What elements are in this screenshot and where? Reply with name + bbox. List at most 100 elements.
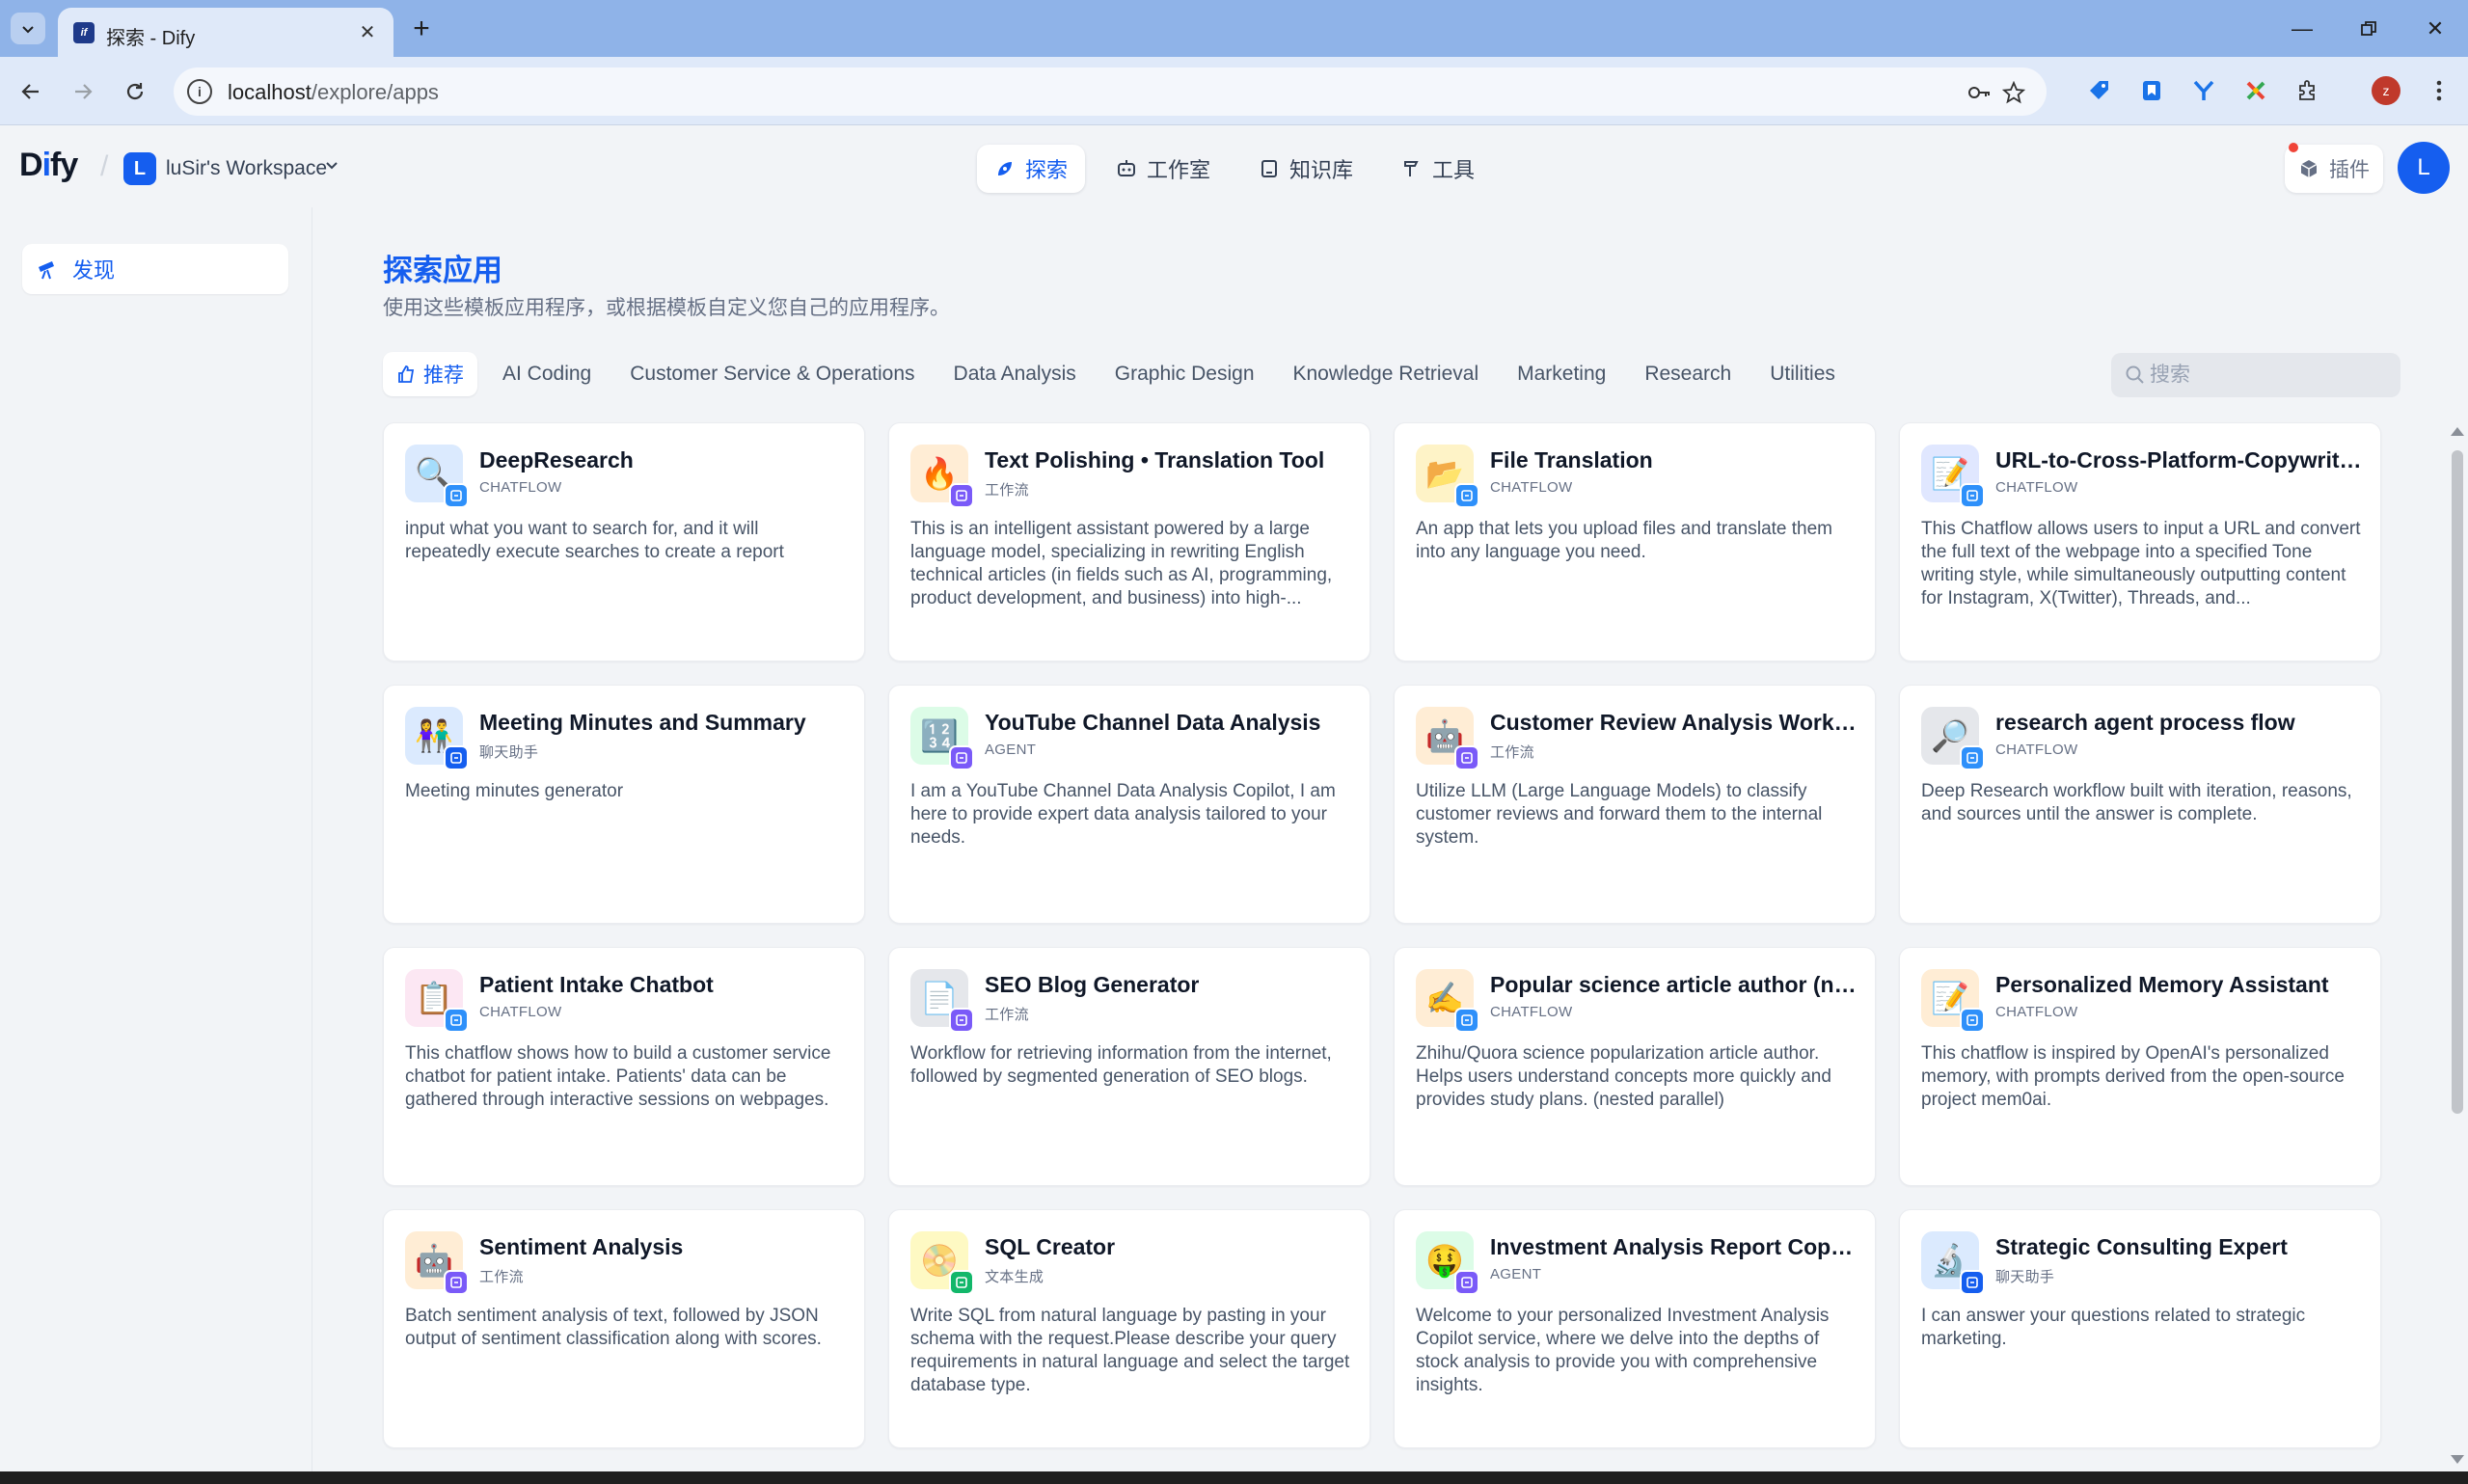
- app-type-badge-icon: [949, 483, 974, 508]
- back-button[interactable]: [14, 74, 48, 109]
- page-scrollbar[interactable]: [2447, 421, 2468, 1471]
- app-type: 工作流: [479, 1269, 524, 1285]
- address-bar[interactable]: i localhost/explore/apps: [174, 67, 2047, 116]
- new-tab-button[interactable]: +: [406, 13, 437, 44]
- tab-search-button[interactable]: [11, 13, 45, 44]
- app-card[interactable]: 🤑 Investment Analysis Report Copilot AGENT…: [1394, 1209, 1876, 1448]
- app-card[interactable]: 📂 File Translation CHATFLOW An app that let…: [1394, 422, 1876, 661]
- close-window-button[interactable]: ✕: [2416, 13, 2454, 44]
- scroll-down-arrow-icon[interactable]: [2451, 1455, 2464, 1464]
- app-type-badge-icon: [444, 745, 469, 770]
- search-input[interactable]: [2150, 353, 2391, 397]
- app-title: YouTube Channel Data Analysis: [985, 710, 1321, 735]
- app-card[interactable]: ✍️Popular science article author (nested…: [1394, 947, 1876, 1186]
- app-type: CHATFLOW: [1490, 1004, 1573, 1020]
- book-icon: [1261, 160, 1278, 177]
- forward-button[interactable]: [66, 74, 100, 109]
- user-avatar[interactable]: L: [2398, 142, 2450, 194]
- app-description: This chatflow is inspired by OpenAI's pe…: [1921, 1043, 2345, 1110]
- telescope-icon: [39, 261, 54, 280]
- category-tab-label: Customer Service & Operations: [630, 363, 915, 385]
- app-card[interactable]: 🔍 DeepResearch CHATFLOW input what you want…: [383, 422, 865, 661]
- app-card[interactable]: 🔎 research agent process flow CHATFLOW Deep…: [1899, 685, 2381, 924]
- app-type-badge-icon: [1960, 483, 1985, 508]
- tab-title: 探索 - Dify: [106, 28, 196, 49]
- app-type-badge-icon: [1960, 745, 1985, 770]
- app-title: DeepResearch: [479, 447, 634, 472]
- tab-close-icon[interactable]: ✕: [355, 19, 380, 44]
- sidebar-item-discover[interactable]: 发现: [22, 244, 288, 294]
- scroll-thumb[interactable]: [2452, 450, 2463, 1114]
- thumbs-up-icon: [398, 365, 415, 383]
- extensions-puzzle-icon[interactable]: [2292, 74, 2324, 107]
- app-description: This Chatflow allows users to input a UR…: [1921, 519, 2361, 608]
- app-card[interactable]: 📋 Patient Intake Chatbot CHATFLOW This chat…: [383, 947, 865, 1186]
- browser-profile-avatar[interactable]: z: [2372, 76, 2400, 105]
- app-card[interactable]: 🔥 Text Polishing • Translation Tool 工作流 Thi…: [888, 422, 1370, 661]
- bookmark-star-icon[interactable]: [2000, 79, 2027, 106]
- app-title: SEO Blog Generator: [985, 972, 1200, 997]
- password-key-icon[interactable]: [1966, 79, 1993, 106]
- category-tab[interactable]: 推荐: [383, 352, 477, 396]
- category-tab[interactable]: Marketing: [1504, 352, 1619, 396]
- minimize-button[interactable]: —: [2283, 13, 2321, 44]
- workspace-avatar[interactable]: L: [123, 152, 156, 185]
- category-tab-label: Data Analysis: [953, 363, 1076, 385]
- app-description: Meeting minutes generator: [405, 781, 624, 801]
- app-title: Text Polishing • Translation Tool: [985, 447, 1325, 472]
- nav-studio-label: 工作室: [1147, 158, 1211, 182]
- app-card[interactable]: 📝 Personalized Memory Assistant CHATFLOW Th…: [1899, 947, 2381, 1186]
- category-tabs: 推荐 AI Coding Customer Service & Operations…: [383, 352, 1849, 396]
- app-header: Dify / L luSir's Workspace 探索 工作室 知识库 工具…: [0, 125, 2468, 207]
- extension-color-icon[interactable]: [2239, 74, 2272, 107]
- category-tab[interactable]: Utilities: [1756, 352, 1849, 396]
- app-card[interactable]: 👫 Meeting Minutes and Summary 聊天助手 Meeting …: [383, 685, 865, 924]
- top-navigation: 探索 工作室 知识库 工具: [977, 145, 1492, 193]
- category-tab[interactable]: AI Coding: [489, 352, 605, 396]
- category-tab[interactable]: Knowledge Retrieval: [1280, 352, 1493, 396]
- app-type: AGENT: [985, 742, 1037, 758]
- app-card[interactable]: 🔢 YouTube Channel Data Analysis AGENT I am …: [888, 685, 1370, 924]
- browser-tab-active[interactable]: if 探索 - Dify ✕: [58, 8, 393, 57]
- category-tab[interactable]: Graphic Design: [1101, 352, 1268, 396]
- search-box[interactable]: [2111, 353, 2400, 397]
- nav-tools[interactable]: 工具: [1384, 145, 1492, 193]
- app-description: This chatflow shows how to build a custo…: [405, 1043, 831, 1110]
- app-title: Customer Review Analysis Workflow: [1490, 710, 1857, 735]
- app-type-badge-icon: [949, 1270, 974, 1295]
- extension-bookmark-icon[interactable]: [2135, 74, 2168, 107]
- category-tab-label: Research: [1644, 363, 1732, 385]
- url-path: /explore/apps: [311, 80, 439, 104]
- app-card[interactable]: 📄 SEO Blog Generator 工作流 Workflow for retri…: [888, 947, 1370, 1186]
- app-type-badge-icon: [1454, 1008, 1479, 1033]
- category-tab-label: 推荐: [423, 364, 464, 387]
- app-description: Utilize LLM (Large Language Models) to c…: [1416, 781, 1823, 848]
- app-card[interactable]: 📝 URL-to-Cross-Platform-Copywriting CHATFL…: [1899, 422, 2381, 661]
- app-card[interactable]: 🔬 Strategic Consulting Expert 聊天助手 I can an…: [1899, 1209, 2381, 1448]
- reload-button[interactable]: [118, 74, 152, 109]
- dify-logo[interactable]: Dify: [19, 147, 78, 184]
- browser-menu-icon[interactable]: [2423, 74, 2455, 107]
- page-title: 探索应用: [383, 254, 502, 287]
- category-tab[interactable]: Customer Service & Operations: [616, 352, 928, 396]
- nav-studio[interactable]: 工作室: [1098, 145, 1228, 193]
- plugins-button[interactable]: 插件: [2285, 145, 2383, 193]
- category-tab[interactable]: Data Analysis: [940, 352, 1090, 396]
- address-bar-url: localhost/explore/apps: [228, 80, 439, 105]
- site-info-icon[interactable]: i: [187, 79, 212, 104]
- app-card[interactable]: 📀 SQL Creator 文本生成 Write SQL from natural l…: [888, 1209, 1370, 1448]
- nav-explore[interactable]: 探索: [977, 145, 1086, 193]
- category-tab[interactable]: Research: [1631, 352, 1745, 396]
- nav-knowledge[interactable]: 知识库: [1241, 145, 1370, 193]
- extension-tag-icon[interactable]: [2083, 74, 2116, 107]
- app-title: URL-to-Cross-Platform-Copywriting: [1995, 447, 2362, 472]
- app-title: Meeting Minutes and Summary: [479, 710, 806, 735]
- app-card[interactable]: 🤖 Customer Review Analysis Workflow 工作流 Uti…: [1394, 685, 1876, 924]
- workspace-name[interactable]: luSir's Workspace: [166, 157, 327, 180]
- extension-y-icon[interactable]: [2187, 74, 2220, 107]
- app-title: Investment Analysis Report Copilot: [1490, 1234, 1857, 1259]
- workspace-chevron-down-icon[interactable]: [325, 158, 339, 176]
- app-card[interactable]: 🤖 Sentiment Analysis 工作流 Batch sentiment an…: [383, 1209, 865, 1448]
- restore-button[interactable]: [2349, 13, 2388, 44]
- scroll-up-arrow-icon[interactable]: [2451, 427, 2464, 436]
